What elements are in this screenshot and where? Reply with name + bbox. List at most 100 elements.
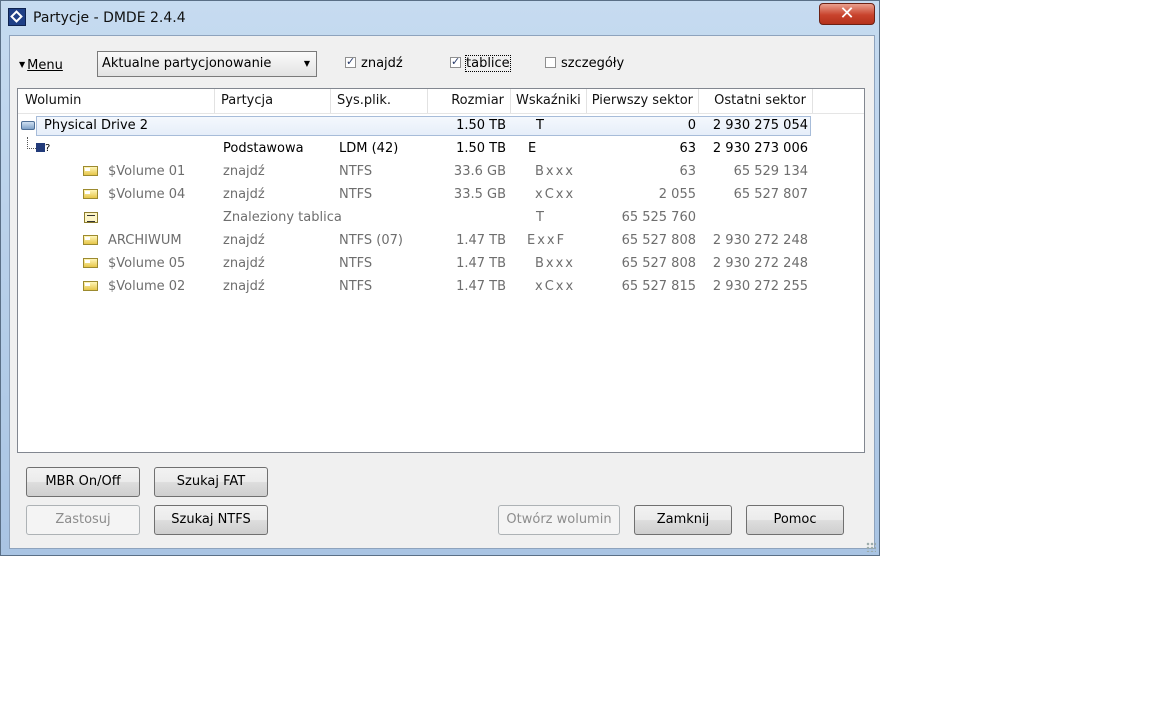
apply-button[interactable]: Zastosuj	[26, 505, 140, 535]
cell-flags: T	[536, 118, 544, 133]
close-button[interactable]: Zamknij	[634, 505, 732, 535]
cell-first-sector: 63	[679, 141, 696, 156]
tree-connector	[27, 137, 36, 149]
checkbox-details-box[interactable]	[545, 57, 556, 68]
cell-flags: ExxF	[527, 233, 567, 248]
column-header-size[interactable]: Rozmiar	[428, 89, 511, 113]
cell-flags: xCxx	[535, 279, 576, 294]
cell-first-sector: 65 527 815	[621, 279, 696, 294]
cell-first-sector: 2 055	[658, 187, 696, 202]
cell-volume: $Volume 05	[108, 256, 186, 271]
column-header-flags[interactable]: Wskaźniki	[511, 89, 587, 113]
cell-last-sector: 2 930 272 248	[712, 256, 808, 271]
table-row[interactable]: $Volume 01 znajdź NTFS 33.6 GB Bxxx 63 6…	[18, 160, 864, 183]
volume-icon	[83, 235, 98, 245]
column-header-first-sector[interactable]: Pierwszy sektor	[587, 89, 699, 113]
cell-size: 33.5 GB	[453, 187, 506, 202]
cell-size: 1.50 TB	[456, 141, 506, 156]
cell-last-sector: 65 527 807	[733, 187, 808, 202]
cell-filesystem: NTFS	[339, 256, 373, 271]
cell-size: 1.47 TB	[456, 279, 506, 294]
menu-arrow-icon: ▼	[19, 60, 26, 69]
cell-partition: znajdź	[223, 164, 265, 179]
open-volume-button[interactable]: Otwórz wolumin	[498, 505, 620, 535]
cell-last-sector: 2 930 272 248	[712, 233, 808, 248]
cell-filesystem: NTFS	[339, 279, 373, 294]
cell-filesystem: NTFS	[339, 187, 373, 202]
volume-icon	[83, 166, 98, 176]
checkbox-details[interactable]: szczegóły	[545, 56, 624, 72]
cell-partition: znajdź	[223, 187, 265, 202]
table-row[interactable]: Znaleziony tablica T 65 525 760	[18, 206, 864, 229]
cell-flags: xCxx	[535, 187, 576, 202]
partition-table-icon	[84, 212, 98, 223]
mbr-toggle-button[interactable]: MBR On/Off	[26, 467, 140, 497]
table-row[interactable]: ? Podstawowa LDM (42) 1.50 TB E 63 2 930…	[18, 137, 864, 160]
cell-last-sector: 2 930 275 054	[712, 118, 808, 133]
table-header: Wolumin Partycja Sys.plik. Rozmiar Wskaź…	[18, 89, 864, 114]
menu-label: Menu	[27, 58, 63, 73]
close-window-button[interactable]: ✕	[819, 3, 875, 25]
cell-size: 33.6 GB	[453, 164, 506, 179]
menu-button[interactable]: ▼ Menu	[19, 55, 63, 75]
cell-partition: znajdź	[223, 256, 265, 271]
cell-partition: Podstawowa	[223, 141, 304, 156]
column-header-partition[interactable]: Partycja	[215, 89, 331, 113]
cell-partition: znajdź	[223, 279, 265, 294]
cell-volume: $Volume 01	[108, 164, 186, 179]
cell-volume: ARCHIWUM	[108, 233, 182, 248]
unknown-partition-icon: ?	[45, 143, 51, 154]
title-bar[interactable]: Partycje - DMDE 2.4.4 ✕	[1, 1, 879, 35]
checkbox-tables-box[interactable]	[450, 54, 461, 70]
volume-icon	[83, 189, 98, 199]
table-row[interactable]: $Volume 05 znajdź NTFS 1.47 TB Bxxx 65 5…	[18, 252, 864, 275]
cell-flags: Bxxx	[535, 164, 575, 179]
cell-volume: $Volume 02	[108, 279, 186, 294]
checkbox-found-box[interactable]	[345, 54, 356, 70]
search-fat-button[interactable]: Szukaj FAT	[154, 467, 268, 497]
column-header-last-sector[interactable]: Ostatni sektor	[699, 89, 813, 113]
cell-flags: T	[536, 210, 544, 225]
partitioning-mode-select[interactable]: Aktualne partycjonowanie ▼	[97, 51, 317, 77]
checkbox-tables[interactable]: tablice	[450, 54, 511, 72]
cell-size: 1.47 TB	[456, 256, 506, 271]
cell-size: 1.50 TB	[456, 118, 506, 133]
volume-icon	[83, 258, 98, 268]
cell-last-sector: 65 529 134	[733, 164, 808, 179]
cell-first-sector: 65 527 808	[621, 233, 696, 248]
volume-icon	[83, 281, 98, 291]
table-row[interactable]: $Volume 04 znajdź NTFS 33.5 GB xCxx 2 05…	[18, 183, 864, 206]
checkbox-tables-label: tablice	[465, 55, 511, 72]
cell-first-sector: 0	[687, 118, 696, 133]
cell-filesystem: NTFS (07)	[339, 233, 403, 248]
cell-flags: Bxxx	[535, 256, 575, 271]
cell-size: 1.47 TB	[456, 233, 506, 248]
cell-flags: E	[528, 141, 537, 156]
cell-last-sector: 2 930 273 006	[712, 141, 808, 156]
cell-first-sector: 65 527 808	[621, 256, 696, 271]
checkbox-found-label: znajdź	[361, 56, 403, 71]
cell-partition: znajdź	[223, 233, 265, 248]
app-logo-icon	[8, 8, 26, 26]
table-row[interactable]: $Volume 02 znajdź NTFS 1.47 TB xCxx 65 5…	[18, 275, 864, 298]
help-button[interactable]: Pomoc	[746, 505, 844, 535]
cell-filesystem: LDM (42)	[339, 141, 399, 156]
table-row[interactable]: Physical Drive 2 1.50 TB T 0 2 930 275 0…	[18, 114, 864, 137]
cell-partition: Znaleziony tablica	[223, 210, 342, 225]
checkbox-found[interactable]: znajdź	[345, 54, 403, 72]
column-header-filesystem[interactable]: Sys.plik.	[331, 89, 428, 113]
cell-filesystem: NTFS	[339, 164, 373, 179]
cell-volume: $Volume 04	[108, 187, 186, 202]
partition-table[interactable]: Wolumin Partycja Sys.plik. Rozmiar Wskaź…	[17, 88, 865, 453]
cell-volume: Physical Drive 2	[44, 118, 149, 133]
column-header-volume[interactable]: Wolumin	[18, 89, 215, 113]
dropdown-arrow-icon: ▼	[303, 59, 310, 68]
search-ntfs-button[interactable]: Szukaj NTFS	[154, 505, 268, 535]
cell-first-sector: 63	[679, 164, 696, 179]
partitioning-mode-value: Aktualne partycjonowanie	[102, 56, 272, 71]
checkbox-details-label: szczegóły	[561, 56, 625, 71]
drive-icon	[21, 121, 35, 130]
resize-grip-icon[interactable]	[866, 542, 876, 552]
table-row[interactable]: ARCHIWUM znajdź NTFS (07) 1.47 TB ExxF 6…	[18, 229, 864, 252]
partition-icon	[36, 143, 45, 152]
